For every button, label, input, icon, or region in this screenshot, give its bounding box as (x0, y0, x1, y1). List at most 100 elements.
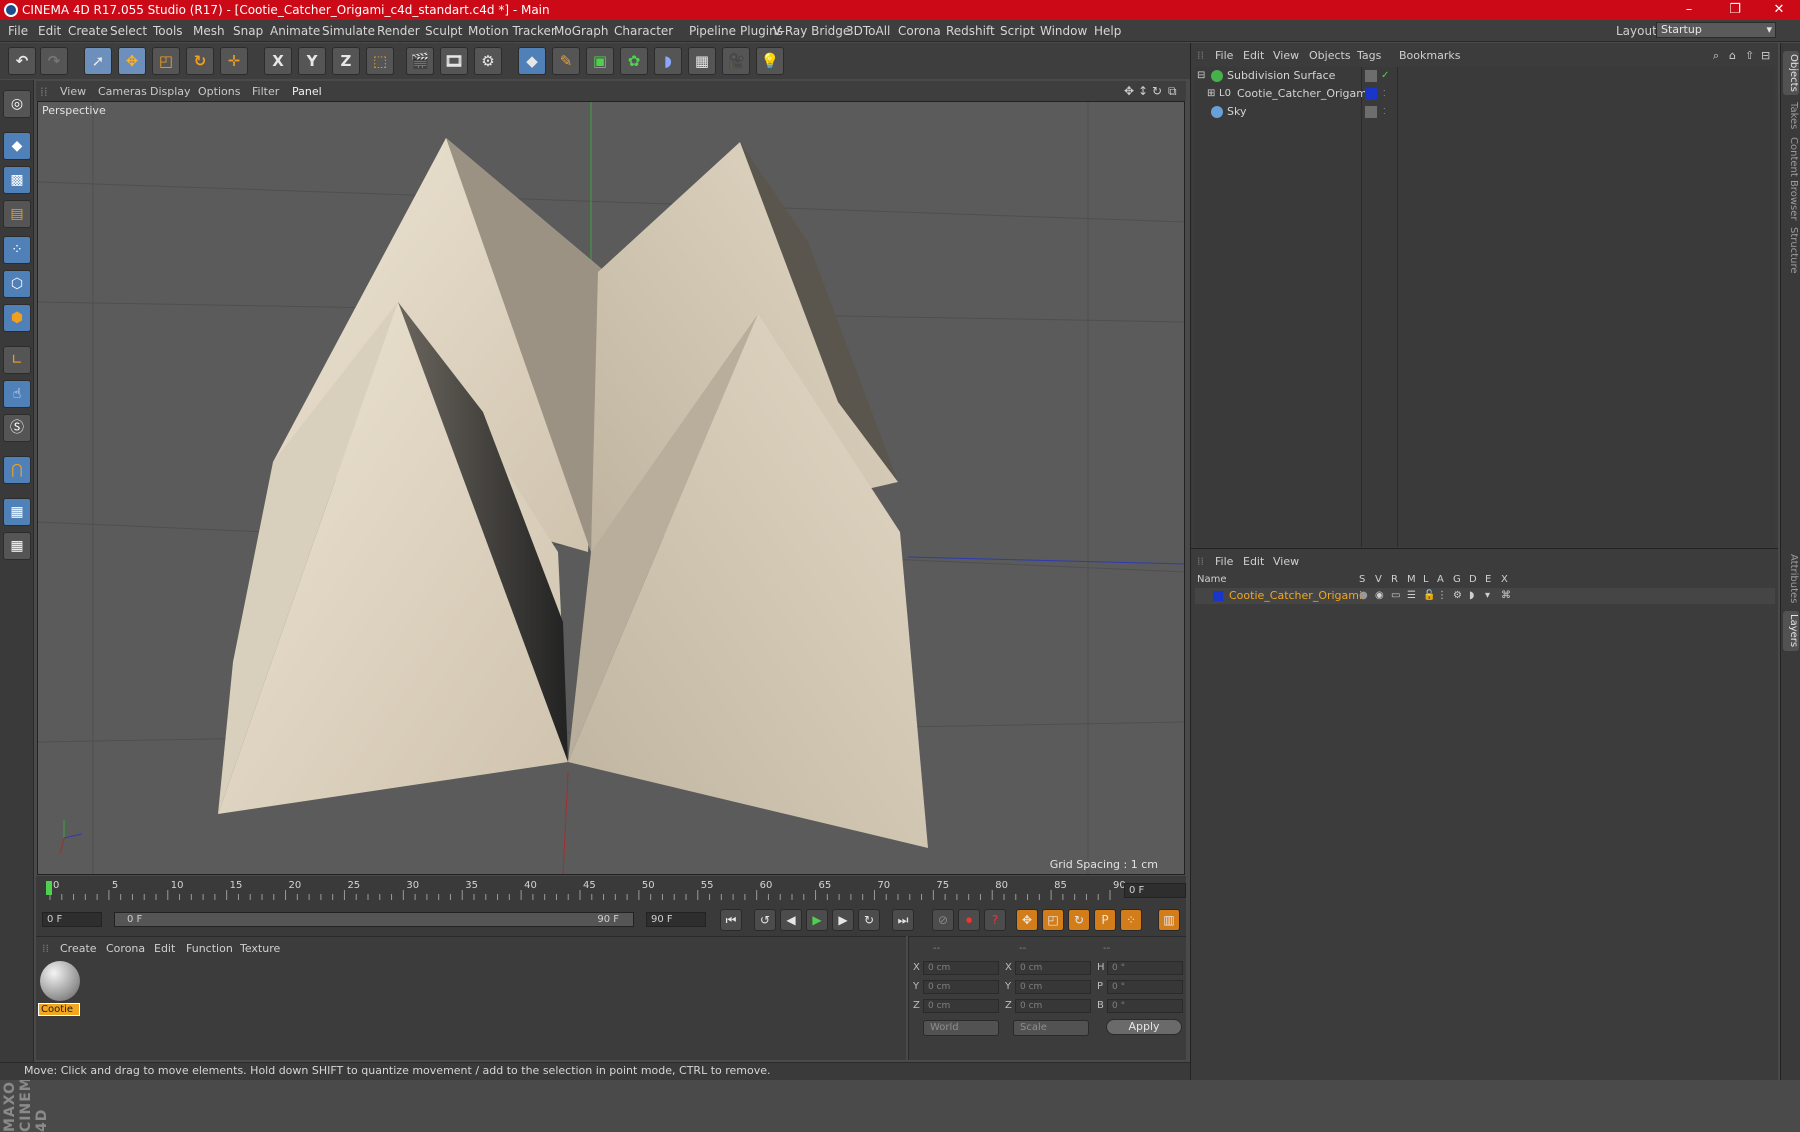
close-button[interactable]: ✕ (1756, 0, 1800, 20)
subdivision-surface-icon[interactable]: ▣ (586, 47, 614, 75)
visibility-dots-icon[interactable]: ⁚ (1383, 85, 1386, 103)
solo-toggle-icon[interactable]: ● (1359, 588, 1368, 604)
object-menu-objects[interactable]: Objects (1309, 49, 1351, 62)
timeline-ruler[interactable]: 0 5 10 15 20 25 30 35 40 45 50 55 60 65 70 75 80 85 90 (36, 876, 1186, 902)
key-pla-icon[interactable]: ⁘ (1120, 909, 1142, 931)
home-icon[interactable]: ⌂ (1729, 49, 1736, 62)
material-menu-corona[interactable]: Corona (106, 942, 145, 955)
material-menu-create[interactable]: Create (60, 942, 97, 955)
lock-toggle-icon[interactable]: 🔓 (1423, 588, 1435, 604)
y-axis-button[interactable]: Y (298, 47, 326, 75)
pos-y-field[interactable]: 0 cm (923, 980, 999, 994)
record-keys-icon[interactable]: ⊘ (932, 909, 954, 931)
key-rotation-icon[interactable]: ↻ (1068, 909, 1090, 931)
camera-object-icon[interactable]: 🎥 (722, 47, 750, 75)
menu-simulate[interactable]: Simulate (322, 24, 375, 38)
floor-object-icon[interactable]: ▦ (688, 47, 716, 75)
menu-file[interactable]: File (8, 24, 28, 38)
make-editable-icon[interactable]: ◎ (3, 90, 31, 118)
tab-structure[interactable]: Structure (1783, 225, 1799, 275)
frame-range-slider[interactable]: 0 F 90 F (114, 912, 634, 927)
object-row-cootie-catcher[interactable]: ⊞ L0 Cootie_Catcher_Origami ⁚ (1195, 85, 1775, 103)
move-view-icon[interactable]: ✥ (1124, 84, 1134, 98)
maximize-button[interactable]: ❐ (1712, 0, 1758, 20)
move-tool-button[interactable]: ✥ (118, 47, 146, 75)
viewport-menu-options[interactable]: Options (198, 85, 240, 98)
snap-magnet-icon[interactable]: ⋂ (3, 456, 31, 484)
menu-corona[interactable]: Corona (898, 24, 941, 38)
goto-end-button[interactable]: ⏭ (892, 909, 914, 931)
search-icon[interactable]: ⌕ (1713, 49, 1719, 63)
perspective-viewport[interactable]: Perspective Grid Spacing : 1 cm (37, 101, 1185, 875)
expand-icon[interactable]: ⊞ (1207, 85, 1215, 103)
key-position-icon[interactable]: ✥ (1016, 909, 1038, 931)
object-menu-view[interactable]: View (1273, 49, 1299, 62)
material-preview-sphere[interactable] (40, 961, 80, 1001)
rotate-view-icon[interactable]: ↻ (1152, 84, 1162, 98)
material-menu-edit[interactable]: Edit (154, 942, 175, 955)
viewport-menu-display[interactable]: Display (150, 85, 191, 98)
object-menu-bookmarks[interactable]: Bookmarks (1399, 49, 1460, 62)
pen-spline-icon[interactable]: ✎ (552, 47, 580, 75)
rot-p-field[interactable]: 0 ° (1107, 980, 1183, 994)
menu-vray-bridge[interactable]: V-Ray Bridge (773, 24, 850, 38)
rot-h-field[interactable]: 0 ° (1107, 961, 1183, 975)
object-row-subdivision-surface[interactable]: ⊟ Subdivision Surface ✓ (1195, 67, 1775, 85)
layer-row[interactable]: Cootie_Catcher_Origami ● ◉ ▭ ☰ 🔓 ⋮ ⚙ ◗ ▾… (1195, 588, 1775, 604)
tab-content-browser[interactable]: Content Browser (1783, 137, 1799, 221)
view-toggle-icon[interactable]: ◉ (1375, 588, 1384, 604)
menu-select[interactable]: Select (110, 24, 147, 38)
current-frame-field[interactable]: 0 F (1124, 883, 1186, 898)
cloner-icon[interactable]: ✿ (620, 47, 648, 75)
z-axis-button[interactable]: Z (332, 47, 360, 75)
edges-mode-icon[interactable]: ⬡ (3, 270, 31, 298)
rotate-tool-button[interactable]: ↻ (186, 47, 214, 75)
switch-view-icon[interactable]: ⧉ (1168, 84, 1177, 99)
enabled-check-icon[interactable]: ✓ (1381, 67, 1389, 85)
texture-mode-icon[interactable]: ▩ (3, 166, 31, 194)
visibility-dots-icon[interactable]: ⁚ (1383, 103, 1386, 121)
xref-toggle-icon[interactable]: ⌘ (1501, 588, 1511, 604)
size-z-field[interactable]: 0 cm (1015, 999, 1091, 1013)
menu-mesh[interactable]: Mesh (193, 24, 225, 38)
redo-button[interactable]: ↷ (40, 47, 68, 75)
object-menu-tags[interactable]: Tags (1357, 49, 1381, 62)
menu-animate[interactable]: Animate (270, 24, 320, 38)
menu-tools[interactable]: Tools (153, 24, 183, 38)
menu-snap[interactable]: Snap (233, 24, 263, 38)
goto-prev-key-button[interactable]: ↺ (754, 909, 776, 931)
undo-button[interactable]: ↶ (8, 47, 36, 75)
layer-tag-icon[interactable] (1365, 106, 1377, 118)
solo-mode-icon[interactable]: Ⓢ (3, 414, 31, 442)
points-mode-icon[interactable]: ⁘ (3, 236, 31, 264)
object-menu-file[interactable]: File (1215, 49, 1233, 62)
menu-window[interactable]: Window (1040, 24, 1087, 38)
menu-character[interactable]: Character (614, 24, 673, 38)
render-settings-button[interactable]: ⚙ (474, 47, 502, 75)
tab-attributes[interactable]: Attributes (1783, 551, 1799, 607)
viewport-menu-filter[interactable]: Filter (252, 85, 279, 98)
object-menu-edit[interactable]: Edit (1243, 49, 1264, 62)
collapse-icon[interactable]: ⊟ (1197, 67, 1205, 85)
scale-tool-button[interactable]: ◰ (152, 47, 180, 75)
menu-pipeline[interactable]: Pipeline (689, 24, 736, 38)
manager-toggle-icon[interactable]: ☰ (1407, 588, 1416, 604)
size-mode-select[interactable]: Scale (1013, 1020, 1089, 1036)
rot-b-field[interactable]: 0 ° (1107, 999, 1183, 1013)
play-button[interactable]: ▶ (806, 909, 828, 931)
goto-start-button[interactable]: ⏮ (720, 909, 742, 931)
tab-layers[interactable]: Layers (1783, 611, 1799, 651)
coordinate-system-button[interactable]: ⬚ (366, 47, 394, 75)
start-frame-field[interactable]: 0 F (42, 912, 102, 927)
apply-button[interactable]: Apply (1106, 1019, 1182, 1035)
layer-menu-edit[interactable]: Edit (1243, 555, 1264, 568)
size-y-field[interactable]: 0 cm (1015, 980, 1091, 994)
prev-frame-button[interactable]: ◀ (780, 909, 802, 931)
viewport-menu-panel[interactable]: Panel (292, 85, 322, 98)
menu-help[interactable]: Help (1094, 24, 1121, 38)
menu-edit[interactable]: Edit (38, 24, 61, 38)
cube-object-icon[interactable]: ◆ (518, 47, 546, 75)
material-menu-texture[interactable]: Texture (240, 942, 280, 955)
new-panel-icon[interactable]: ⊟ (1761, 49, 1770, 62)
autokey-icon[interactable]: ⏺ (958, 909, 980, 931)
